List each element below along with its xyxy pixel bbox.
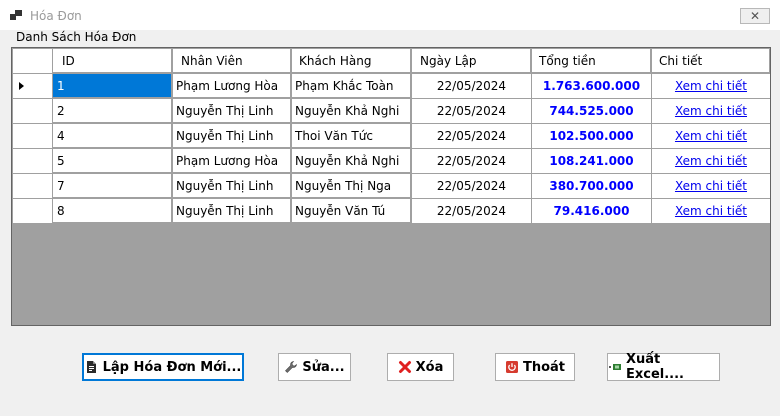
cell-total[interactable]: 1.763.600.000 [532, 74, 652, 99]
row-header[interactable] [13, 99, 53, 124]
cell-total[interactable]: 79.416.000 [532, 199, 652, 224]
cell-total[interactable]: 102.500.000 [532, 124, 652, 149]
column-header-id[interactable]: ID [53, 49, 172, 73]
window-title: Hóa Đơn [30, 9, 82, 23]
export-excel-label: Xuất Excel.... [626, 352, 684, 382]
column-header-total[interactable]: Tổng tiền [532, 49, 651, 73]
cell-date[interactable]: 22/05/2024 [412, 124, 532, 149]
cell-customer[interactable]: Nguyễn Thị Nga [292, 174, 411, 198]
create-invoice-button[interactable]: Lập Hóa Đơn Mới... [82, 353, 244, 381]
close-button[interactable]: ✕ [740, 8, 770, 24]
cell-date[interactable]: 22/05/2024 [412, 149, 532, 174]
delete-label: Xóa [415, 359, 444, 375]
delete-button[interactable]: Xóa [387, 353, 454, 381]
cell-customer[interactable]: Nguyễn Khả Nghi [292, 99, 411, 123]
cell-date[interactable]: 22/05/2024 [412, 99, 532, 124]
cell-date[interactable]: 22/05/2024 [412, 174, 532, 199]
cell-employee[interactable]: Nguyễn Thị Linh [173, 99, 291, 123]
exit-label: Thoát [522, 359, 566, 375]
column-header-date[interactable]: Ngày Lập [412, 49, 531, 73]
column-header-employee[interactable]: Nhân Viên [173, 49, 291, 73]
excel-export-icon [608, 360, 622, 374]
cell-detail-link[interactable]: Xem chi tiết [652, 149, 770, 174]
row-header[interactable] [13, 149, 53, 174]
red-x-icon [398, 360, 412, 374]
cell-id[interactable]: 8 [53, 199, 172, 223]
cell-customer[interactable]: Phạm Khắc Toàn [292, 74, 411, 98]
row-header-corner [13, 49, 53, 74]
title-bar: Hóa Đơn ✕ [0, 0, 780, 30]
power-icon [505, 360, 519, 374]
column-header-customer[interactable]: Khách Hàng [292, 49, 411, 73]
cell-date[interactable]: 22/05/2024 [412, 199, 532, 224]
cell-employee[interactable]: Nguyễn Thị Linh [173, 124, 291, 148]
cell-total[interactable]: 380.700.000 [532, 174, 652, 199]
close-icon: ✕ [749, 9, 761, 23]
cell-id[interactable]: 7 [53, 174, 172, 198]
edit-label: Sửa... [302, 359, 345, 375]
exit-button[interactable]: Thoát [495, 353, 575, 381]
cell-employee[interactable]: Nguyễn Thị Linh [173, 199, 291, 223]
cell-total[interactable]: 108.241.000 [532, 149, 652, 174]
cell-id[interactable]: 1 [53, 74, 172, 98]
cell-detail-link[interactable]: Xem chi tiết [652, 74, 770, 99]
wrench-icon [284, 360, 298, 374]
invoice-list-label: Danh Sách Hóa Đơn [16, 30, 137, 44]
cell-detail-link[interactable]: Xem chi tiết [652, 99, 770, 124]
cell-employee[interactable]: Phạm Lương Hòa [173, 149, 291, 173]
cell-id[interactable]: 5 [53, 149, 172, 173]
export-excel-button[interactable]: Xuất Excel.... [607, 352, 720, 382]
column-header-detail[interactable]: Chi tiết [652, 49, 770, 73]
cell-employee[interactable]: Phạm Lương Hòa [173, 74, 291, 98]
row-header[interactable] [13, 74, 53, 99]
cell-customer[interactable]: Thoi Văn Tức [292, 124, 411, 148]
cell-customer[interactable]: Nguyễn Khả Nghi [292, 149, 411, 173]
current-row-arrow-icon [19, 82, 24, 90]
row-header[interactable] [13, 199, 53, 224]
app-icon [10, 10, 22, 20]
cell-total[interactable]: 744.525.000 [532, 99, 652, 124]
row-header[interactable] [13, 174, 53, 199]
row-header[interactable] [13, 124, 53, 149]
cell-id[interactable]: 2 [53, 99, 172, 123]
cell-date[interactable]: 22/05/2024 [412, 74, 532, 99]
new-document-icon [85, 360, 99, 374]
cell-detail-link[interactable]: Xem chi tiết [652, 174, 770, 199]
cell-detail-link[interactable]: Xem chi tiết [652, 124, 770, 149]
cell-detail-link[interactable]: Xem chi tiết [652, 199, 770, 224]
create-invoice-label: Lập Hóa Đơn Mới... [102, 359, 242, 375]
invoice-grid[interactable]: ID Nhân Viên Khách Hàng Ngày Lập Tổng ti… [11, 47, 771, 326]
cell-employee[interactable]: Nguyễn Thị Linh [173, 174, 291, 198]
edit-button[interactable]: Sửa... [278, 353, 351, 381]
cell-id[interactable]: 4 [53, 124, 172, 148]
cell-customer[interactable]: Nguyễn Văn Tú [292, 199, 411, 223]
